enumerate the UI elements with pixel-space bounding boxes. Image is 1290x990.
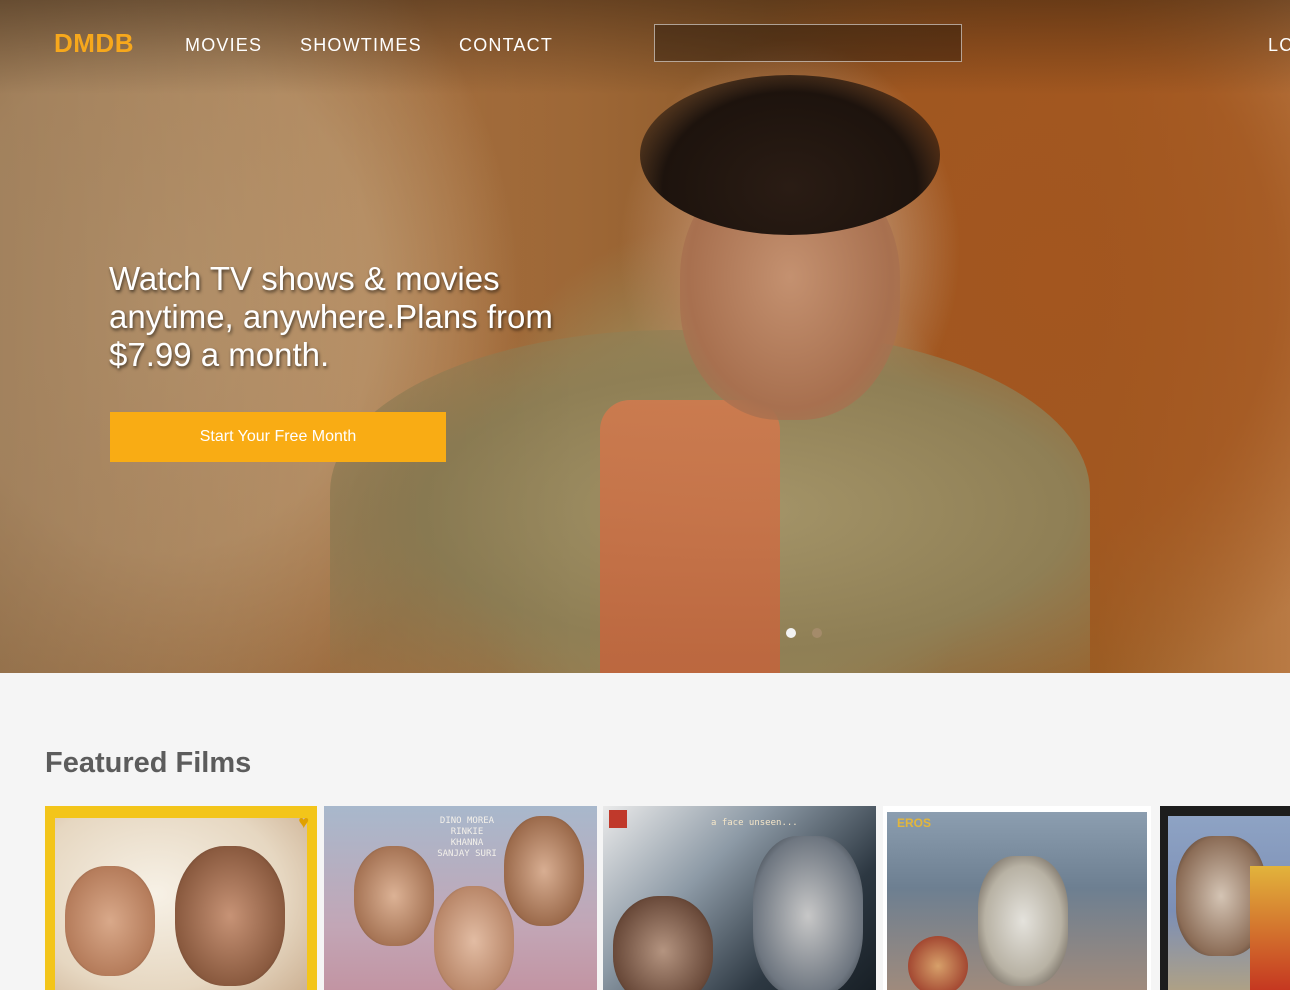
hero-banner: Watch TV shows & movies anytime, anywher…	[0, 0, 1290, 673]
heart-icon: ♥	[298, 812, 309, 832]
poster-tagline: a face unseen...	[711, 818, 798, 828]
nav-link-contact[interactable]: CONTACT	[459, 35, 553, 56]
hero-tagline: Watch TV shows & movies anytime, anywher…	[109, 260, 553, 373]
nav-link-movies[interactable]: MOVIES	[185, 35, 262, 56]
poster-figure	[978, 856, 1068, 986]
poster-figure	[434, 886, 514, 990]
carousel-indicators	[786, 628, 822, 638]
film-poster-3[interactable]: a face unseen...	[603, 806, 876, 990]
film-poster-4[interactable]: EROS	[883, 806, 1151, 990]
poster-figure	[175, 846, 285, 986]
studio-logo: EROS	[897, 816, 932, 830]
nav-link-showtimes[interactable]: SHOWTIMES	[300, 35, 422, 56]
film-poster-5[interactable]	[1160, 806, 1290, 990]
site-logo[interactable]: DMDB	[54, 28, 134, 59]
poster-figure	[65, 866, 155, 976]
poster-figure	[1250, 866, 1290, 990]
carousel-dot-2[interactable]	[812, 628, 822, 638]
film-poster-1[interactable]: ♥	[45, 806, 317, 990]
film-poster-2[interactable]: DINO MOREA RINKIE KHANNA SANJAY SURI	[324, 806, 597, 990]
top-nav: DMDB MOVIES SHOWTIMES CONTACT LC	[0, 0, 1290, 88]
featured-films-row: ♥ DINO MOREA RINKIE KHANNA SANJAY SURI a…	[45, 806, 1290, 990]
carousel-dot-1[interactable]	[786, 628, 796, 638]
poster-figure	[354, 846, 434, 946]
poster-figure	[613, 896, 713, 990]
poster-figure	[753, 836, 863, 990]
featured-films-heading: Featured Films	[45, 747, 252, 779]
start-free-month-button[interactable]: Start Your Free Month	[110, 412, 446, 462]
poster-figure	[908, 936, 968, 990]
login-link[interactable]: LC	[1268, 35, 1290, 56]
studio-logo	[609, 810, 627, 828]
poster-figure	[504, 816, 584, 926]
poster-credits: DINO MOREA RINKIE KHANNA SANJAY SURI	[437, 816, 497, 859]
search-input[interactable]	[654, 24, 962, 62]
